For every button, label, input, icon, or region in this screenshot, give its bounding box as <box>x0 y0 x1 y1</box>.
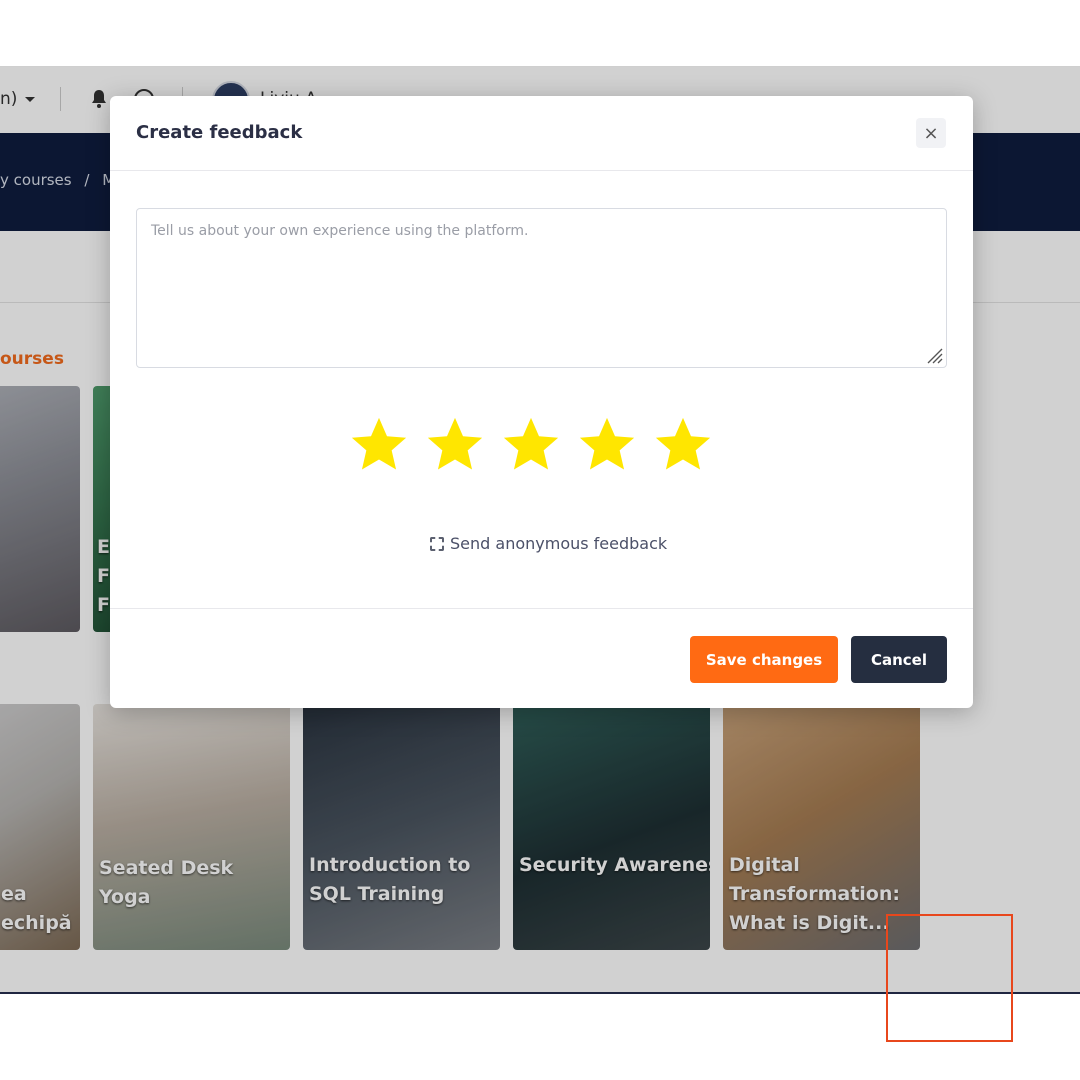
close-icon: × <box>923 122 939 144</box>
anonymous-label: Send anonymous feedback <box>450 534 668 553</box>
anonymous-checkbox[interactable] <box>430 536 444 551</box>
star-icon[interactable] <box>652 414 714 476</box>
resize-handle-icon[interactable] <box>925 346 943 364</box>
star-rating <box>348 414 714 476</box>
feedback-textarea[interactable] <box>136 208 947 368</box>
star-icon[interactable] <box>500 414 562 476</box>
create-feedback-modal: Create feedback × Send anonymous feedbac… <box>110 96 973 708</box>
highlight-box <box>886 914 1013 1042</box>
cancel-button[interactable]: Cancel <box>851 636 947 683</box>
modal-footer-divider <box>110 608 973 609</box>
close-button[interactable]: × <box>916 118 946 148</box>
modal-header: Create feedback × <box>110 96 973 171</box>
star-icon[interactable] <box>576 414 638 476</box>
modal-title: Create feedback <box>136 122 303 143</box>
star-icon[interactable] <box>424 414 486 476</box>
anonymous-feedback-toggle[interactable]: Send anonymous feedback <box>430 534 667 553</box>
star-icon[interactable] <box>348 414 410 476</box>
save-changes-button[interactable]: Save changes <box>690 636 838 683</box>
